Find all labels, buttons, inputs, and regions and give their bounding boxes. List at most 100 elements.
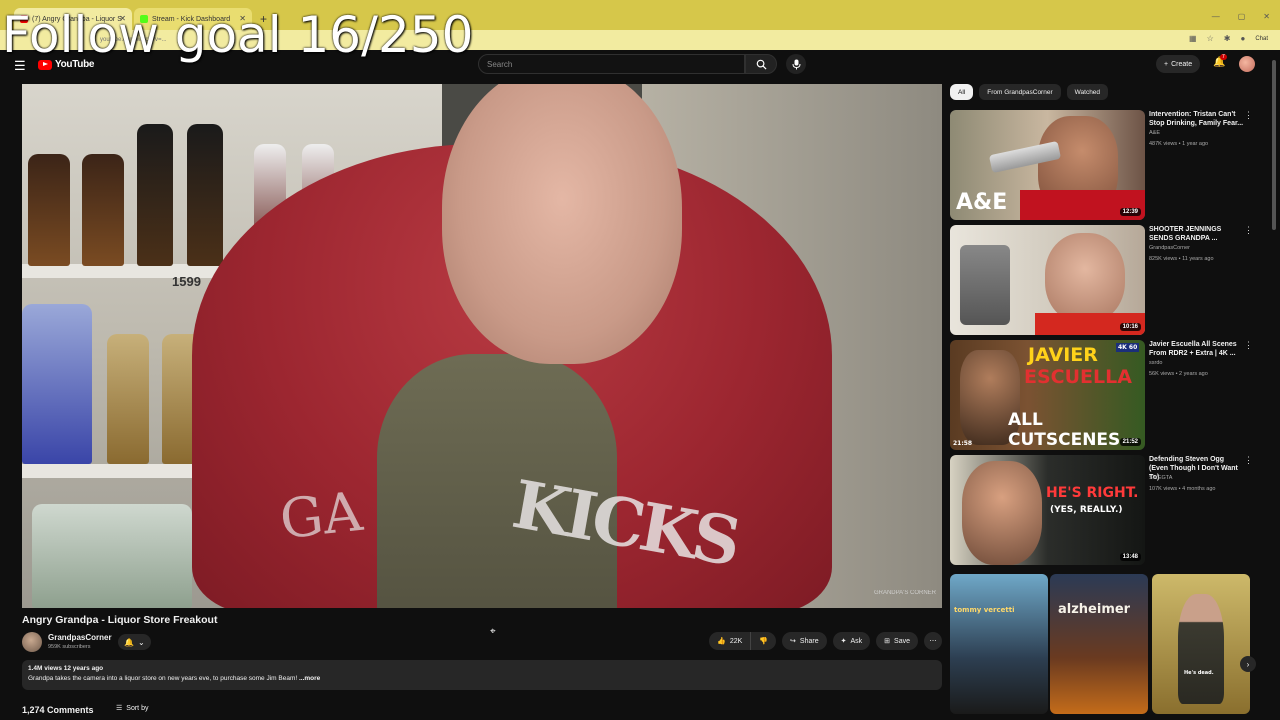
user-avatar[interactable] (1239, 56, 1255, 72)
recommended-video[interactable]: JAVIER ESCUELLA ALL CUTSCENES 4K 60 21:5… (950, 340, 1260, 452)
rec-channel[interactable]: ssrdo (1149, 360, 1162, 366)
more-horizontal-icon: ⋯ (929, 638, 937, 645)
follow-goal-overlay: Follow goal 16/250 (2, 6, 474, 64)
thumb-corner-text: 21:58 (953, 440, 973, 447)
plus-icon: + (1164, 60, 1169, 68)
video-thumbnail[interactable]: HE'S RIGHT. (YES, REALLY.) 13:48 (950, 455, 1145, 565)
rec-channel[interactable]: GrandpasCorner (1149, 245, 1190, 251)
sort-comments-button[interactable]: ☰ Sort by (116, 704, 148, 713)
page-scrollbar[interactable] (1271, 50, 1277, 720)
hoodie-print-left: GA (276, 479, 366, 552)
subscriber-count: 959K subscribers (48, 644, 91, 650)
bottle (28, 154, 70, 266)
channel-name[interactable]: GrandpasCorner (48, 633, 112, 642)
notification-count-badge: 7 (1220, 54, 1227, 60)
profile-icon[interactable]: ● (1240, 34, 1245, 43)
minimize-icon[interactable]: — (1212, 12, 1220, 21)
share-button[interactable]: ↪ Share (782, 632, 827, 650)
rec-channel[interactable]: A&E (1149, 130, 1160, 136)
rec-channel[interactable]: SWEGTA (1149, 475, 1172, 481)
mouse-cursor: ⌖ (490, 626, 496, 637)
sparkle-icon: ✦ (840, 638, 847, 645)
more-vertical-icon[interactable]: ⋮ (1244, 455, 1253, 466)
short-caption: tommy vercetti (954, 606, 1015, 614)
video-player[interactable]: 1599 1899 GA KICKS GRANDPA'S CORNER (22, 84, 942, 608)
close-window-icon[interactable]: ✕ (1263, 12, 1270, 21)
recommended-video[interactable]: 10:16 SHOOTER JENNINGS SENDS GRANDPA ...… (950, 225, 1260, 337)
chip-all[interactable]: All (950, 84, 974, 100)
price-tag: 1599 (172, 274, 201, 289)
bottle (22, 304, 92, 464)
browser-toolbar-icons: ▦ ☆ ✱ ● Chat (1189, 34, 1268, 43)
video-title: Angry Grandpa - Liquor Store Freakout (22, 614, 218, 626)
sort-icon: ☰ (116, 705, 123, 712)
voice-search-button[interactable] (786, 54, 806, 74)
dislike-button[interactable]: 👎 (751, 632, 777, 650)
maximize-icon[interactable]: ▢ (1238, 12, 1246, 21)
thumbs-up-icon: 👍 (717, 638, 726, 645)
channel-watermark: GRANDPA'S CORNER (873, 590, 936, 596)
create-button[interactable]: + Create (1156, 55, 1201, 73)
thumbs-down-icon: 👎 (759, 638, 769, 645)
like-count: 22K (729, 637, 743, 645)
create-label: Create (1171, 60, 1193, 68)
more-vertical-icon[interactable]: ⋮ (1244, 225, 1253, 236)
chevron-right-icon[interactable]: › (1240, 656, 1256, 672)
video-thumbnail[interactable]: A&E 12:39 (950, 110, 1145, 220)
thumb-quality-badge: 4K 60 (1116, 343, 1140, 352)
video-thumbnail[interactable]: 10:16 (950, 225, 1145, 335)
thumb-title-1: HE'S RIGHT. (1046, 485, 1139, 501)
ask-button[interactable]: ✦ Ask (832, 632, 871, 650)
chip-watched[interactable]: Watched (1066, 84, 1109, 100)
description-box[interactable]: 1.4M views 12 years ago Grandpa takes th… (22, 660, 942, 690)
recommended-video[interactable]: A&E 12:39 Intervention: Tristan Can't St… (950, 110, 1260, 222)
video-thumbnail[interactable]: JAVIER ESCUELLA ALL CUTSCENES 4K 60 21:5… (950, 340, 1145, 450)
bottle (960, 245, 1010, 325)
short-thumbnail[interactable]: alzheimer (1050, 574, 1148, 714)
bell-icon: 🔔 (124, 637, 134, 647)
search-input[interactable]: Search (478, 54, 745, 74)
chevron-down-icon: ⌄ (137, 637, 145, 647)
rec-title[interactable]: Javier Escuella All Scenes From RDR2 + E… (1149, 340, 1244, 358)
rec-stats: 56K views • 2 years ago (1149, 371, 1208, 377)
bookmark-icon: ⊞ (884, 638, 891, 645)
channel-avatar[interactable] (22, 632, 42, 652)
subscribed-notification-button[interactable]: 🔔 ⌄ (118, 634, 151, 650)
bottle (32, 504, 192, 608)
rec-title[interactable]: Intervention: Tristan Can't Stop Drinkin… (1149, 110, 1244, 128)
short-thumbnail[interactable]: tommy vercetti (950, 574, 1048, 714)
bottle (82, 154, 124, 266)
puzzle-icon[interactable]: ✱ (1224, 34, 1231, 43)
rec-title[interactable]: SHOOTER JENNINGS SENDS GRANDPA ... (1149, 225, 1244, 243)
recommended-video[interactable]: HE'S RIGHT. (YES, REALLY.) 13:48 Defendi… (950, 455, 1260, 567)
share-label: Share (799, 637, 819, 645)
more-vertical-icon[interactable]: ⋮ (1244, 340, 1253, 351)
extension-icon[interactable]: ▦ (1189, 34, 1197, 43)
ask-label: Ask (850, 637, 863, 645)
chip-from-channel[interactable]: From GrandpasCorner (979, 84, 1061, 100)
more-actions-button[interactable]: ⋯ (924, 632, 942, 650)
save-button[interactable]: ⊞ Save (876, 632, 918, 650)
star-icon[interactable]: ☆ (1207, 34, 1214, 43)
search-button[interactable] (745, 54, 777, 74)
more-vertical-icon[interactable]: ⋮ (1244, 110, 1253, 121)
like-button[interactable]: 👍 22K (709, 632, 752, 650)
chat-button[interactable]: Chat (1255, 36, 1268, 42)
thumb-title-1: JAVIER (1028, 344, 1098, 366)
shorts-row: tommy vercetti alzheimer He's dead. (950, 574, 1250, 714)
like-dislike-group: 👍 22K 👎 (709, 632, 777, 650)
video-actions: 👍 22K 👎 ↪ Share ✦ Ask ⊞ Save ⋯ (709, 632, 942, 650)
thumb-title-2: ESCUELLA (1024, 366, 1132, 388)
bottle (107, 334, 149, 464)
bottle (187, 124, 223, 266)
duration-badge: 21:52 (1119, 438, 1141, 446)
person (962, 461, 1042, 565)
duration-badge: 10:16 (1119, 323, 1141, 331)
rec-stats: 825K views • 11 years ago (1149, 256, 1214, 262)
show-more-link[interactable]: ...more (299, 675, 320, 682)
person (1045, 233, 1125, 323)
save-label: Save (894, 637, 910, 645)
share-icon: ↪ (790, 638, 796, 645)
short-thumbnail[interactable]: He's dead. (1152, 574, 1250, 714)
scrollbar-thumb[interactable] (1272, 60, 1276, 230)
